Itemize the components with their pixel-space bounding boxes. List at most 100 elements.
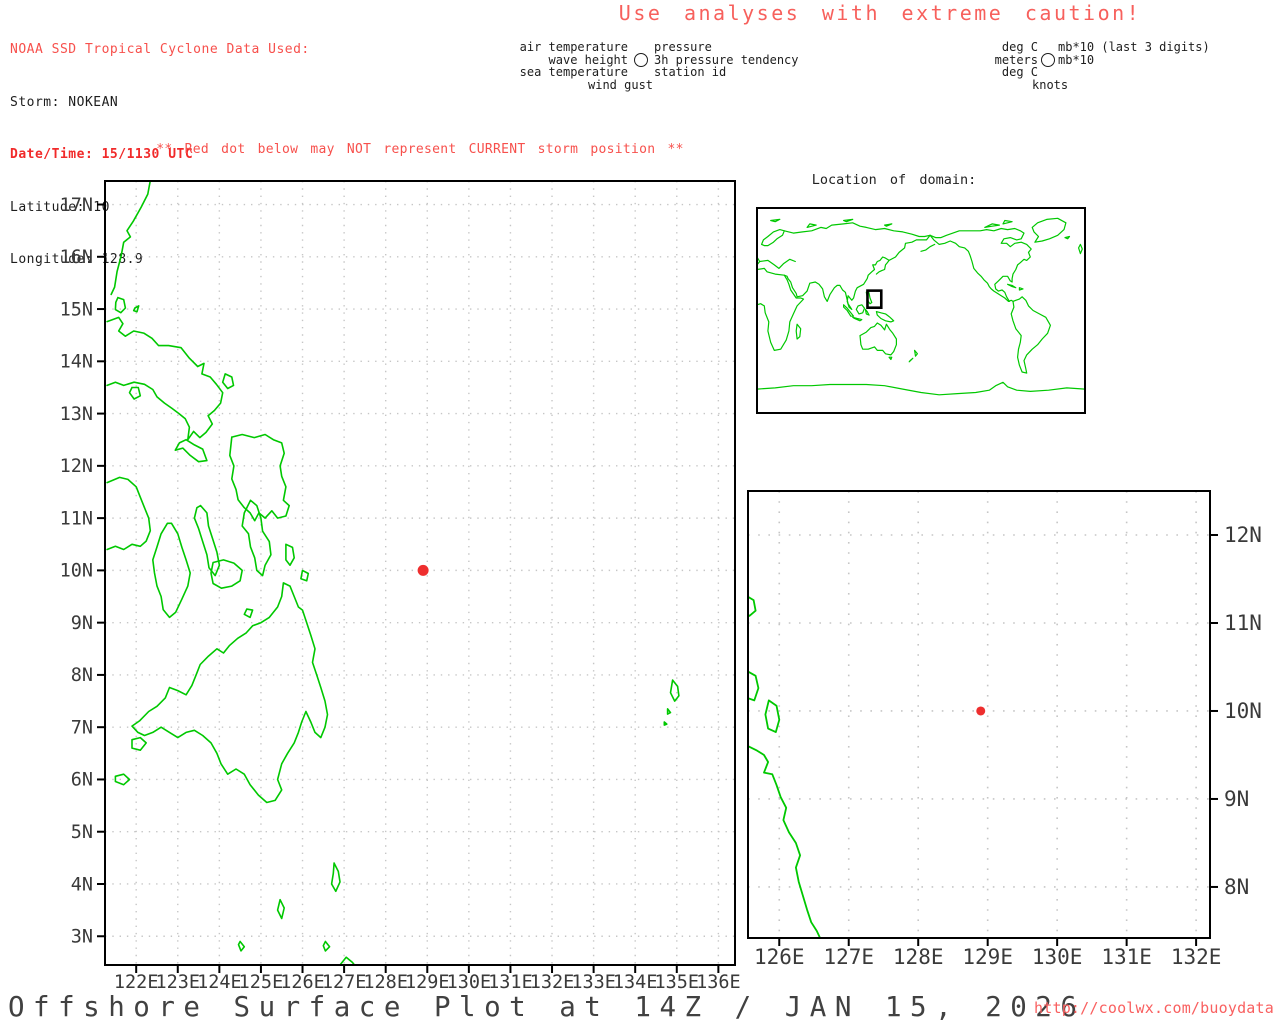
map-plot-canvas: 122E123E124E125E126E127E128E129E130E131E… — [0, 0, 1280, 1024]
coastline — [844, 219, 853, 221]
zoom-map-storm-dot — [976, 706, 985, 715]
source-url-link[interactable]: http://coolwx.com/buoydata — [1000, 999, 1274, 1017]
coastline — [796, 324, 801, 339]
world-inset-map — [757, 208, 1085, 413]
svg-text:129E: 129E — [962, 945, 1013, 969]
svg-text:128E: 128E — [893, 945, 944, 969]
svg-text:9N: 9N — [1224, 787, 1249, 811]
coastline — [1019, 288, 1023, 290]
svg-text:132E: 132E — [1171, 945, 1222, 969]
coastline — [876, 312, 893, 322]
plot-title: Offshore Surface Plot at 14Z / JAN 15, 2… — [8, 991, 1085, 1023]
coastline — [762, 230, 785, 246]
coastline — [985, 224, 1000, 228]
svg-text:13N: 13N — [60, 404, 93, 425]
zoom-map: 126E127E128E129E130E131E132E12N11N10N9N8… — [745, 491, 1262, 969]
coastline — [242, 500, 271, 575]
svg-text:128E: 128E — [363, 972, 408, 993]
svg-text:14N: 14N — [60, 352, 93, 373]
svg-text:125E: 125E — [239, 972, 284, 993]
coastline — [323, 942, 329, 951]
coastline — [930, 235, 1013, 301]
svg-text:130E: 130E — [1032, 945, 1083, 969]
coastline — [853, 317, 862, 321]
coastline — [130, 388, 141, 400]
coastline — [745, 744, 821, 939]
coastline — [915, 350, 918, 356]
coastline — [889, 357, 892, 359]
coastline — [239, 942, 245, 951]
main-map: 122E123E124E125E126E127E128E129E130E131E… — [60, 178, 741, 993]
svg-text:124E: 124E — [197, 972, 242, 993]
svg-text:12N: 12N — [60, 456, 93, 477]
svg-text:136E: 136E — [696, 972, 741, 993]
coastline — [745, 595, 756, 616]
svg-text:126E: 126E — [754, 945, 805, 969]
svg-text:16N: 16N — [60, 247, 93, 268]
coastline — [1079, 244, 1083, 253]
coastline — [760, 259, 796, 268]
coastline — [745, 670, 759, 701]
svg-text:6N: 6N — [71, 770, 93, 791]
coastline — [765, 700, 779, 732]
coastline — [132, 583, 328, 803]
coastline — [876, 260, 889, 274]
svg-text:134E: 134E — [613, 972, 658, 993]
coastline — [230, 435, 289, 521]
coastline — [1032, 218, 1066, 242]
svg-text:129E: 129E — [405, 972, 450, 993]
coastline — [664, 722, 667, 725]
coastline — [784, 235, 930, 309]
coastline — [865, 309, 869, 315]
svg-text:135E: 135E — [655, 972, 700, 993]
coastline — [885, 224, 892, 226]
coastline — [107, 317, 223, 439]
svg-text:8N: 8N — [1224, 875, 1249, 899]
svg-text:10N: 10N — [60, 561, 93, 582]
coastline — [1008, 284, 1016, 287]
svg-text:4N: 4N — [71, 874, 93, 895]
main-map-storm-dot — [418, 565, 429, 576]
coastline — [194, 506, 219, 576]
coastline — [223, 374, 234, 389]
svg-text:127E: 127E — [823, 945, 874, 969]
coastline — [134, 306, 139, 312]
coastline — [111, 178, 151, 294]
svg-text:126E: 126E — [280, 972, 325, 993]
svg-text:5N: 5N — [71, 822, 93, 843]
coastline — [784, 223, 930, 237]
svg-text:10N: 10N — [1224, 699, 1262, 723]
coastline — [1011, 297, 1050, 373]
coastline — [1003, 221, 1012, 224]
coastline — [909, 358, 913, 362]
svg-text:15N: 15N — [60, 299, 93, 320]
coastline — [856, 305, 864, 314]
coastline — [930, 229, 1031, 302]
svg-text:9N: 9N — [71, 613, 93, 634]
svg-text:132E: 132E — [530, 972, 575, 993]
coastline — [671, 680, 679, 701]
svg-text:122E: 122E — [114, 972, 159, 993]
svg-text:7N: 7N — [71, 717, 93, 738]
coastline — [301, 570, 308, 580]
coastline — [244, 609, 252, 617]
coastline — [1065, 237, 1070, 239]
coastline — [286, 544, 294, 565]
svg-text:11N: 11N — [1224, 611, 1262, 635]
coastline — [860, 323, 896, 355]
coastline — [771, 219, 780, 221]
svg-text:133E: 133E — [571, 972, 616, 993]
svg-text:127E: 127E — [322, 972, 367, 993]
coastline — [668, 709, 671, 714]
coastline — [757, 382, 1085, 395]
coastline — [921, 244, 935, 251]
svg-text:11N: 11N — [60, 508, 93, 529]
svg-text:3N: 3N — [71, 927, 93, 948]
map-frame — [757, 208, 1085, 413]
svg-text:17N: 17N — [60, 195, 93, 216]
svg-text:131E: 131E — [1101, 945, 1152, 969]
offshore-surface-plot-page: { "colors": { "accent_red": "#f7504c", "… — [0, 0, 1280, 1024]
coastline — [107, 477, 150, 549]
coastline — [132, 738, 146, 751]
svg-text:8N: 8N — [71, 665, 93, 686]
